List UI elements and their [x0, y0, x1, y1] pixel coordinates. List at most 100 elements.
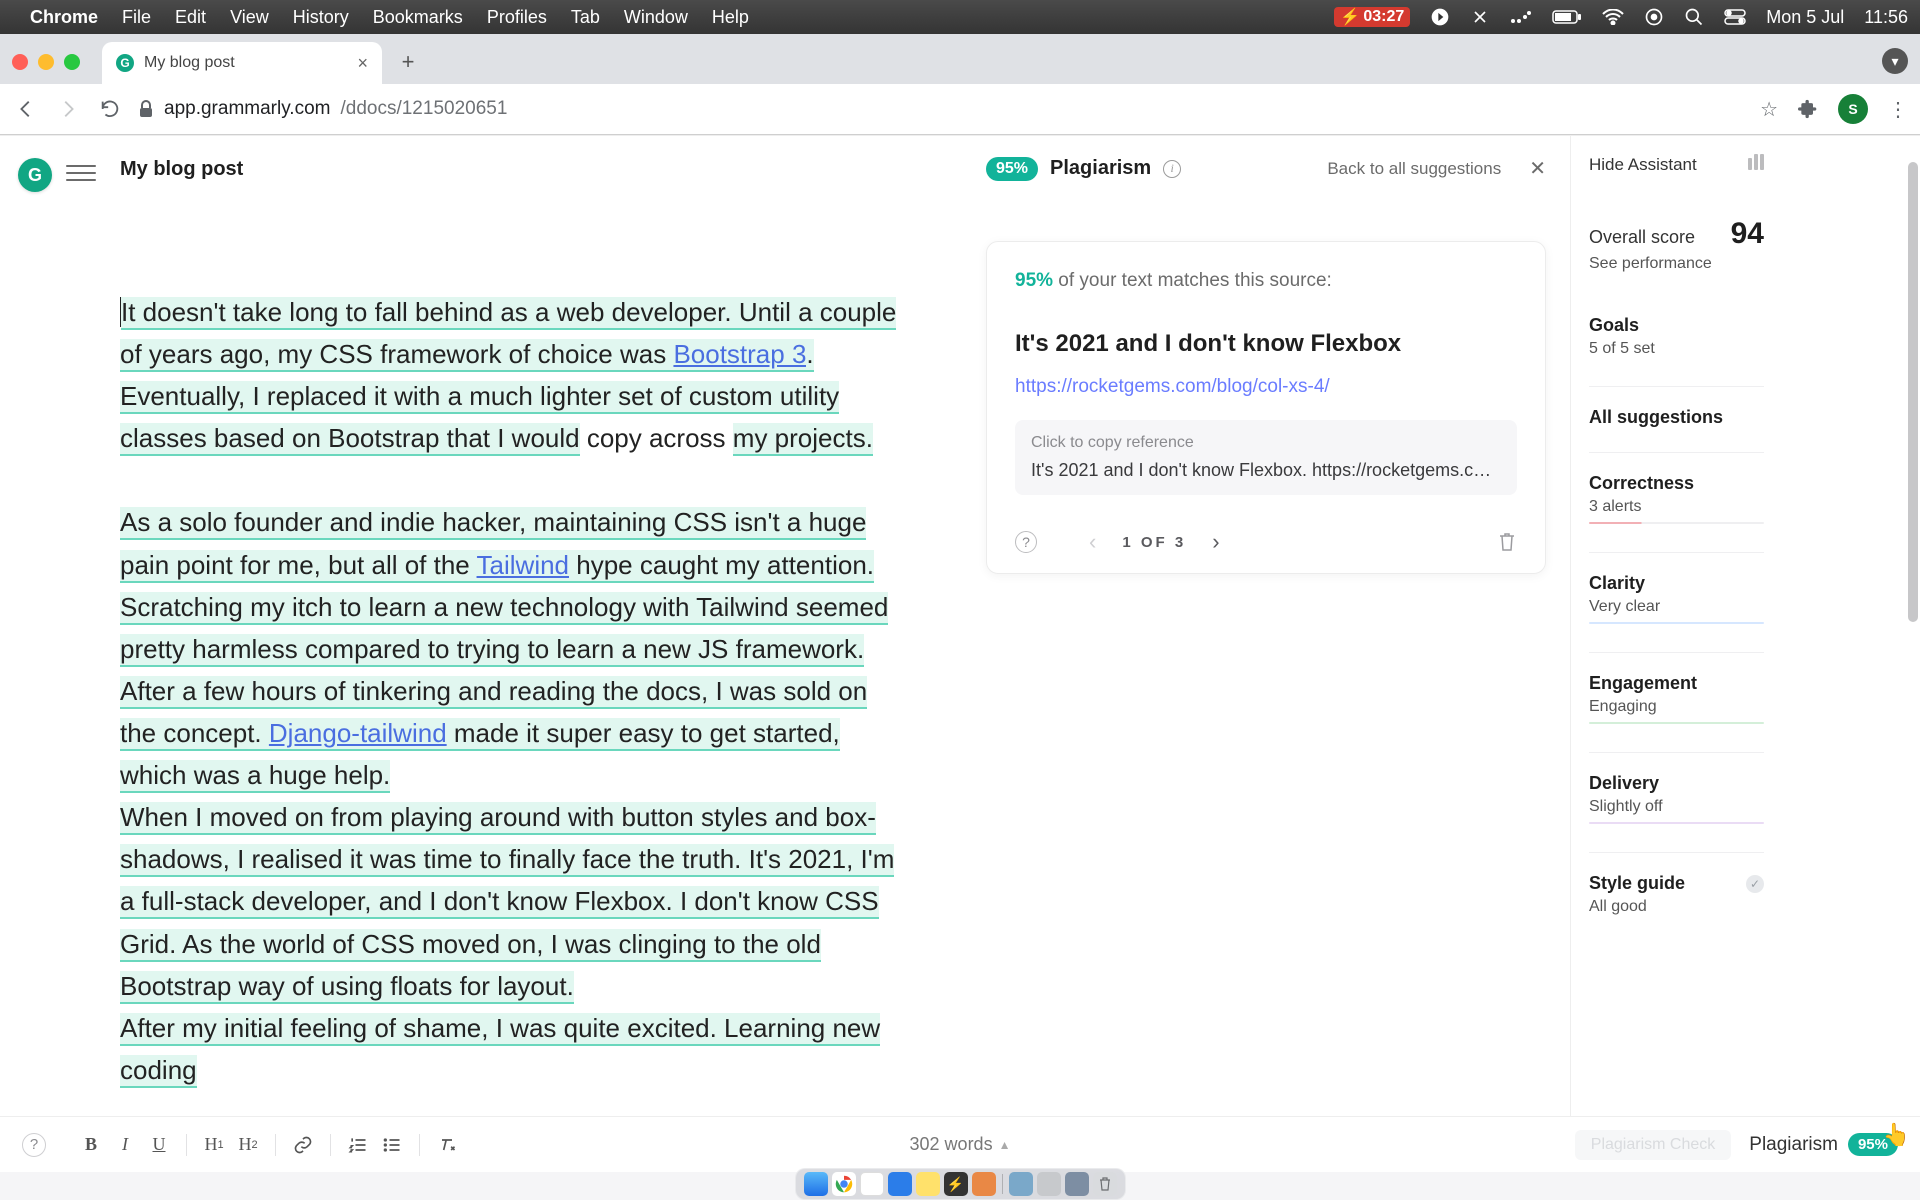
see-performance-link[interactable]: See performance	[1589, 255, 1764, 273]
url-input[interactable]: app.grammarly.com/ddocs/1215020651	[138, 98, 1746, 120]
nav-back-button[interactable]	[12, 95, 40, 123]
menubar-date[interactable]: Mon 5 Jul	[1766, 7, 1844, 28]
spotlight-icon[interactable]	[1684, 7, 1704, 27]
menu-bookmarks[interactable]: Bookmarks	[373, 7, 463, 28]
goals-section[interactable]: Goals 5 of 5 set	[1589, 315, 1764, 358]
control-center-icon[interactable]	[1724, 9, 1746, 25]
extensions-button[interactable]	[1798, 99, 1818, 119]
paragraph-5[interactable]: After my initial feeling of shame, I was…	[120, 1007, 910, 1091]
menu-profiles[interactable]: Profiles	[487, 7, 547, 28]
dock-app-notes[interactable]	[916, 1172, 940, 1196]
nav-forward-button[interactable]	[54, 95, 82, 123]
dock-app-calendar[interactable]	[860, 1172, 884, 1196]
unordered-list-button[interactable]	[375, 1128, 409, 1162]
styleguide-section[interactable]: Style guide ✓ All good	[1589, 873, 1764, 916]
battery-time-indicator[interactable]: ⚡03:27	[1334, 7, 1410, 27]
menu-view[interactable]: View	[230, 7, 269, 28]
engagement-section[interactable]: Engagement Engaging	[1589, 673, 1764, 724]
menu-file[interactable]: File	[122, 7, 151, 28]
reference-box[interactable]: Click to copy reference It's 2021 and I …	[1015, 420, 1517, 495]
layout-toggle-icon[interactable]	[1746, 154, 1764, 175]
nav-reload-button[interactable]	[96, 95, 124, 123]
h1-button[interactable]: H1	[197, 1128, 231, 1162]
document-title[interactable]: My blog post	[120, 158, 950, 181]
delivery-section[interactable]: Delivery Slightly off	[1589, 773, 1764, 824]
status-icon-1[interactable]	[1470, 7, 1490, 27]
dock-app-generic-1[interactable]	[972, 1172, 996, 1196]
plagiarism-status-button[interactable]: Plagiarism 95%	[1749, 1133, 1898, 1156]
dock-app-vscode[interactable]	[888, 1172, 912, 1196]
tab-close-button[interactable]: ×	[357, 53, 368, 74]
chrome-menu-button[interactable]: ⋮	[1888, 97, 1908, 122]
bold-button[interactable]: B	[74, 1128, 108, 1162]
window-minimize-button[interactable]	[38, 54, 54, 70]
ordered-list-button[interactable]	[341, 1128, 375, 1162]
menu-help[interactable]: Help	[712, 7, 749, 28]
match-source-url[interactable]: https://rocketgems.com/blog/col-xs-4/	[1015, 376, 1517, 398]
clarity-section[interactable]: Clarity Very clear	[1589, 573, 1764, 624]
browser-tab-active[interactable]: G My blog post ×	[102, 42, 382, 84]
link-button[interactable]	[286, 1128, 320, 1162]
grammarly-logo[interactable]: G	[18, 158, 52, 192]
link-tailwind[interactable]: Tailwind	[477, 550, 570, 583]
wifi-icon[interactable]	[1602, 9, 1624, 25]
tab-search-button[interactable]: ▾	[1882, 48, 1908, 74]
bookmark-button[interactable]: ☆	[1760, 97, 1778, 122]
status-icon-2[interactable]	[1510, 10, 1532, 24]
menu-edit[interactable]: Edit	[175, 7, 206, 28]
scrollbar-track[interactable]	[1906, 136, 1920, 1117]
help-button[interactable]: ?	[22, 1133, 46, 1157]
dock-app-finder[interactable]	[804, 1172, 828, 1196]
profile-avatar[interactable]: S	[1838, 94, 1868, 124]
correctness-section[interactable]: Correctness 3 alerts	[1589, 473, 1764, 524]
dock-item-2[interactable]	[1037, 1172, 1061, 1196]
menubar-clock[interactable]: 11:56	[1864, 7, 1908, 28]
menu-window[interactable]: Window	[624, 7, 688, 28]
window-close-button[interactable]	[12, 54, 28, 70]
paragraph-3[interactable]: After a few hours of tinkering and readi…	[120, 670, 910, 796]
site-lock-icon[interactable]	[138, 100, 154, 118]
link-bootstrap3[interactable]: Bootstrap 3	[673, 339, 806, 372]
word-count[interactable]: 302 words ▲	[910, 1134, 1011, 1155]
document-menu-button[interactable]	[66, 158, 96, 188]
dock-item-1[interactable]	[1009, 1172, 1033, 1196]
battery-icon[interactable]	[1552, 9, 1582, 25]
dock-item-3[interactable]	[1065, 1172, 1089, 1196]
menu-app-name[interactable]: Chrome	[30, 7, 98, 28]
menu-history[interactable]: History	[293, 7, 349, 28]
hide-assistant-button[interactable]: Hide Assistant	[1589, 155, 1697, 175]
underline-button[interactable]: U	[142, 1128, 176, 1162]
overall-score-row[interactable]: Overall score 94	[1589, 217, 1764, 251]
styleguide-sub: All good	[1589, 898, 1764, 916]
clear-format-button[interactable]	[430, 1128, 464, 1162]
dnd-icon[interactable]	[1430, 7, 1450, 27]
new-tab-button[interactable]: +	[390, 44, 426, 80]
paragraph-1[interactable]: It doesn't take long to fall behind as a…	[120, 291, 910, 459]
italic-button[interactable]: I	[108, 1128, 142, 1162]
all-suggestions-link[interactable]: All suggestions	[1589, 407, 1764, 428]
focus-icon[interactable]	[1644, 7, 1664, 27]
text-run: copy across	[580, 423, 733, 453]
paragraph-2[interactable]: As a solo founder and indie hacker, main…	[120, 501, 910, 669]
chevron-up-icon: ▲	[999, 1138, 1011, 1152]
dock-app-generic-bolt[interactable]: ⚡	[944, 1172, 968, 1196]
word-count-value: 302 words	[910, 1134, 993, 1155]
paragraph-4[interactable]: When I moved on from playing around with…	[120, 796, 910, 1007]
close-panel-button[interactable]: ✕	[1529, 156, 1546, 181]
dismiss-button[interactable]	[1497, 531, 1517, 553]
back-to-suggestions-link[interactable]: Back to all suggestions	[1327, 159, 1501, 179]
grammarly-app: G My blog post It doesn't take long to f…	[0, 135, 1920, 1117]
scrollbar-thumb[interactable]	[1908, 162, 1918, 622]
dock-app-chrome[interactable]	[832, 1172, 856, 1196]
menu-tab[interactable]: Tab	[571, 7, 600, 28]
info-icon[interactable]: i	[1163, 160, 1181, 178]
window-maximize-button[interactable]	[64, 54, 80, 70]
link-django-tailwind[interactable]: Django-tailwind	[269, 718, 447, 751]
match-source-title: It's 2021 and I don't know Flexbox	[1015, 330, 1517, 358]
dock-trash[interactable]	[1093, 1172, 1117, 1196]
document-body[interactable]: It doesn't take long to fall behind as a…	[120, 291, 910, 1091]
pager-next-button[interactable]: ›	[1212, 529, 1219, 555]
h2-button[interactable]: H2	[231, 1128, 265, 1162]
pager-prev-button[interactable]: ‹	[1089, 529, 1096, 555]
help-icon[interactable]: ?	[1015, 531, 1037, 553]
